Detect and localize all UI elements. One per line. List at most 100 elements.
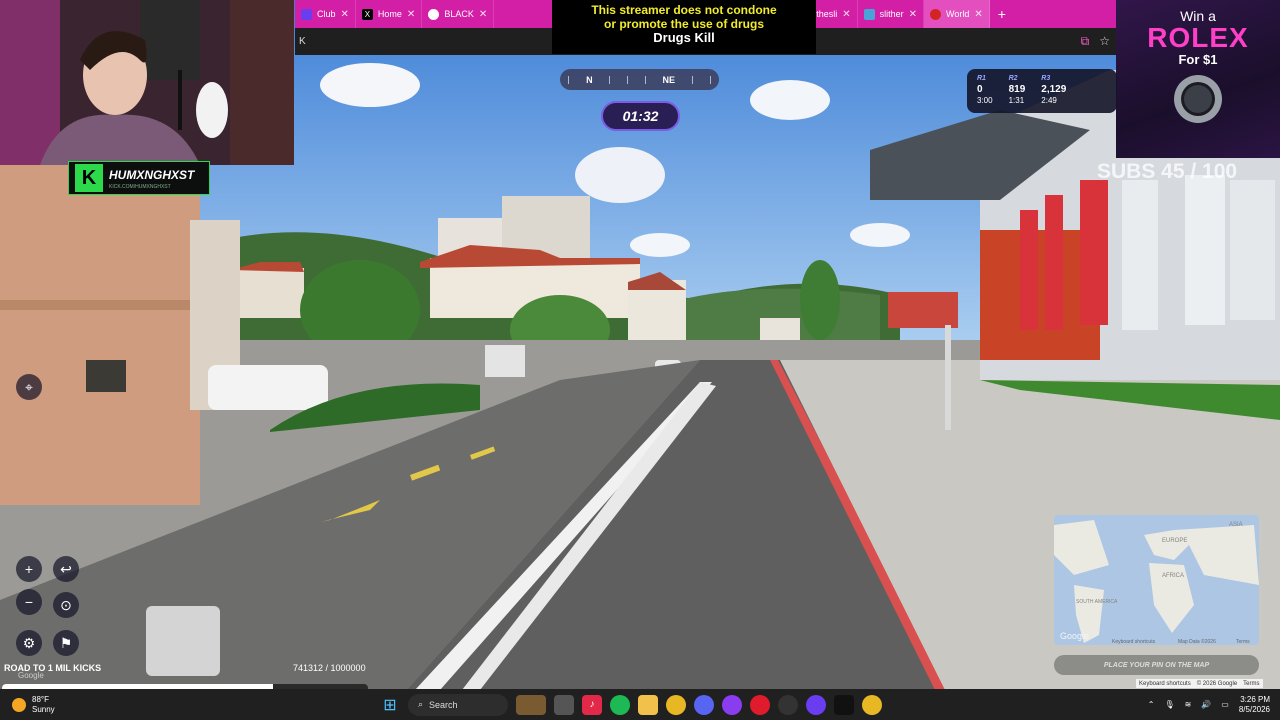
tab-world[interactable]: World ✕	[924, 0, 990, 28]
app-purple-icon[interactable]	[722, 694, 742, 715]
guess-minimap[interactable]: EUROPE AFRICA SOUTH AMERICA ASIA Google …	[1054, 515, 1259, 645]
compass-tick	[568, 75, 570, 84]
scene-shortcuts-link[interactable]: Keyboard shortcuts	[1139, 681, 1191, 687]
news-widget-icon[interactable]	[516, 694, 546, 715]
disclaimer-line-1: This streamer does not condone	[591, 3, 777, 17]
map-label-asia: ASIA	[1229, 522, 1243, 528]
slither-favicon-icon	[863, 8, 875, 20]
streamer-name: HUMXNGHXST	[109, 168, 195, 182]
app-violet-icon[interactable]	[806, 694, 826, 715]
compass-tick	[609, 75, 611, 84]
webcam-feed	[0, 0, 294, 165]
round-timer: 01:32	[601, 101, 680, 131]
search-icon: ⌕	[418, 699, 424, 709]
close-icon[interactable]: ✕	[407, 9, 415, 20]
settings-gear-icon[interactable]: ⚙	[16, 630, 42, 656]
disclaimer-line-2: or promote the use of drugs	[603, 17, 764, 31]
streamer-channel: KICK.COM/HUMXNGHXST	[109, 184, 171, 190]
taskbar-clock[interactable]: 3:26 PM 8/5/2026	[1239, 695, 1270, 715]
obs-icon[interactable]	[778, 694, 798, 715]
tab-label: Home	[377, 9, 402, 19]
tab-black[interactable]: BLACK ✕	[422, 0, 495, 28]
cup-graphic	[146, 606, 220, 676]
bookmark-star-icon[interactable]: ☆	[1099, 34, 1110, 49]
google-favicon-icon	[428, 8, 440, 20]
opera-icon[interactable]	[750, 694, 770, 715]
rolex-ad[interactable]: Win a ROLEX For $1	[1116, 0, 1280, 158]
battery-icon[interactable]: ▭	[1221, 700, 1229, 709]
weather-temp: 88°F	[32, 694, 49, 704]
volume-icon[interactable]: 🔊	[1201, 700, 1211, 709]
windows-start-icon[interactable]: ⊞	[380, 695, 400, 715]
pin-location-icon[interactable]: ⌖	[16, 374, 42, 400]
chrome-active-icon[interactable]	[862, 694, 882, 715]
map-pin-favicon-icon	[930, 8, 942, 20]
search-label: Search	[429, 699, 458, 710]
world-map: EUROPE AFRICA SOUTH AMERICA ASIA Google …	[1054, 520, 1259, 645]
tab-label: Club	[317, 9, 336, 19]
map-label-south-america: SOUTH AMERICA	[1076, 599, 1118, 605]
screen: Club ✕ X Home ✕ BLACK ✕ thesli ✕ slither…	[0, 0, 1280, 720]
close-icon[interactable]: ✕	[479, 9, 487, 20]
zoom-in-button[interactable]: +	[16, 556, 42, 582]
map-terms-link[interactable]: Terms	[1236, 639, 1250, 645]
close-icon[interactable]: ✕	[842, 9, 850, 20]
folder-icon[interactable]	[638, 694, 658, 715]
zoom-out-button[interactable]: −	[16, 589, 42, 615]
file-icon[interactable]	[554, 694, 574, 715]
chrome-icon[interactable]	[666, 694, 686, 715]
spotify-icon[interactable]	[610, 694, 630, 715]
music-app-icon[interactable]: ♪	[582, 694, 602, 715]
close-icon[interactable]: ✕	[909, 9, 917, 20]
sun-icon	[12, 697, 26, 712]
tab-home[interactable]: X Home ✕	[356, 0, 423, 28]
microphone-icon[interactable]: 🎙	[1164, 700, 1174, 709]
webcam-overlay	[0, 0, 294, 165]
compass-tick	[627, 75, 629, 84]
weather-widget[interactable]: 88°F Sunny	[0, 695, 55, 715]
tab-slither[interactable]: slither ✕	[858, 0, 925, 28]
tab-label: thesli	[816, 9, 838, 19]
compass-tick	[709, 75, 711, 84]
address-text: K	[299, 36, 306, 47]
map-data-attribution: Map Data ©2026	[1178, 638, 1216, 645]
undo-arrow-icon[interactable]: ↩	[53, 556, 79, 582]
round-points: 2,129	[1041, 84, 1067, 95]
taskbar-search[interactable]: ⌕ Search	[408, 693, 508, 716]
tab-club[interactable]: Club ✕	[295, 0, 356, 28]
round-scores: R1 0 3:00 R2 819 1:31 R3 2,129 2:49	[967, 69, 1117, 113]
club-favicon-icon	[301, 8, 312, 20]
place-pin-button[interactable]: PLACE YOUR PIN ON THE MAP	[1054, 655, 1259, 675]
round-time: 3:00	[977, 96, 993, 105]
tab-label: slither	[879, 9, 904, 19]
round-3-score: R3 2,129 2:49	[1041, 73, 1066, 109]
ad-price: For $1	[1178, 52, 1218, 67]
map-google-logo: Google	[1060, 631, 1089, 641]
round-time: 2:49	[1041, 96, 1057, 105]
kicks-goal-count: 741312 / 1000000	[293, 663, 366, 673]
return-to-start-icon[interactable]: ⊙	[53, 592, 79, 618]
scene-copyright: © 2026 Google	[1196, 680, 1238, 687]
round-points: 819	[1008, 84, 1026, 95]
scene-terms-link[interactable]: Terms	[1243, 681, 1259, 687]
terminal-icon[interactable]	[834, 694, 854, 715]
tab-label: BLACK	[444, 9, 474, 19]
new-tab-button[interactable]: +	[990, 6, 1014, 22]
round-label: R2	[1008, 75, 1018, 82]
taskbar-apps: ⊞ ⌕ Search ♪	[380, 689, 882, 720]
kick-logo-icon: K	[75, 164, 103, 192]
map-shortcuts-link[interactable]: Keyboard shortcuts	[1112, 639, 1156, 645]
round-1-score: R1 0 3:00	[977, 73, 993, 109]
discord-icon[interactable]	[694, 694, 714, 715]
map-label-africa: AFRICA	[1162, 573, 1184, 579]
flag-icon[interactable]: ⚑	[53, 630, 79, 656]
wifi-icon[interactable]: ≋	[1185, 700, 1192, 709]
close-icon[interactable]: ✕	[974, 9, 982, 20]
round-label: R3	[1041, 75, 1051, 82]
system-tray: ⌃ 🎙 ≋ 🔊 ▭ 3:26 PM 8/5/2026	[1148, 689, 1270, 720]
install-app-icon[interactable]: ⧉	[1081, 34, 1090, 49]
streamer-nameplate: K HUMXNGHXST KICK.COM/HUMXNGHXST	[68, 161, 210, 195]
tray-chevron-icon[interactable]: ⌃	[1148, 700, 1155, 709]
compass-label-n: N	[586, 74, 593, 85]
close-icon[interactable]: ✕	[341, 9, 349, 20]
